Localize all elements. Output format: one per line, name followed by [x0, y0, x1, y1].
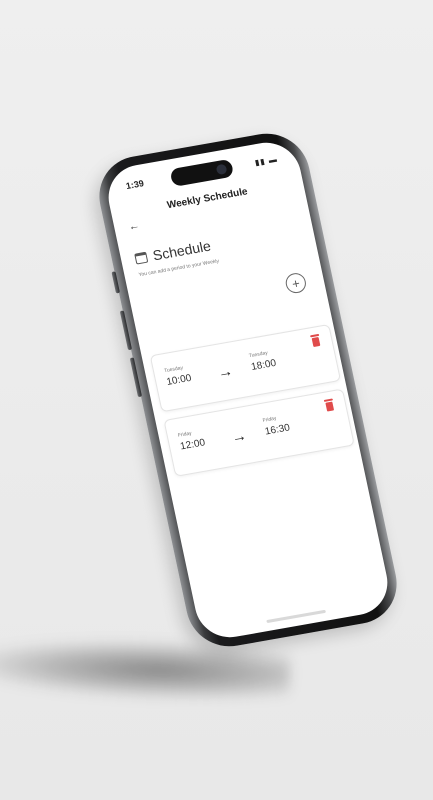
- period-start: Friday 12:00: [177, 429, 207, 453]
- plus-icon: +: [290, 275, 302, 292]
- phone-shadow: [0, 634, 291, 704]
- dynamic-island: [169, 158, 235, 188]
- period-end: Tuesday 18:00: [248, 349, 277, 373]
- signal-battery-icon: ▮▮ ▬: [253, 154, 279, 168]
- start-time: 10:00: [165, 372, 193, 388]
- trash-icon[interactable]: [311, 336, 321, 347]
- start-time: 12:00: [179, 437, 207, 453]
- add-period-button[interactable]: +: [283, 271, 308, 295]
- status-time: 1:39: [124, 178, 145, 192]
- trash-icon[interactable]: [325, 401, 335, 412]
- section-title: Schedule: [151, 237, 213, 264]
- end-time: 18:00: [250, 357, 278, 373]
- end-time: 16:30: [263, 422, 291, 438]
- camera-icon: [215, 163, 228, 176]
- period-start: Tuesday 10:00: [164, 364, 193, 388]
- arrow-left-icon[interactable]: ←: [127, 220, 140, 234]
- product-mockup-scene: 1:39 ▮▮ ▬ Weekly Schedule ← Schedule You…: [0, 0, 433, 800]
- arrow-right-icon: →: [216, 362, 235, 382]
- phone-device: 1:39 ▮▮ ▬ Weekly Schedule ← Schedule You…: [91, 127, 405, 653]
- arrow-right-icon: →: [229, 427, 249, 447]
- home-indicator: [266, 609, 327, 624]
- period-end: Friday 16:30: [262, 414, 291, 438]
- calendar-icon: [134, 251, 149, 265]
